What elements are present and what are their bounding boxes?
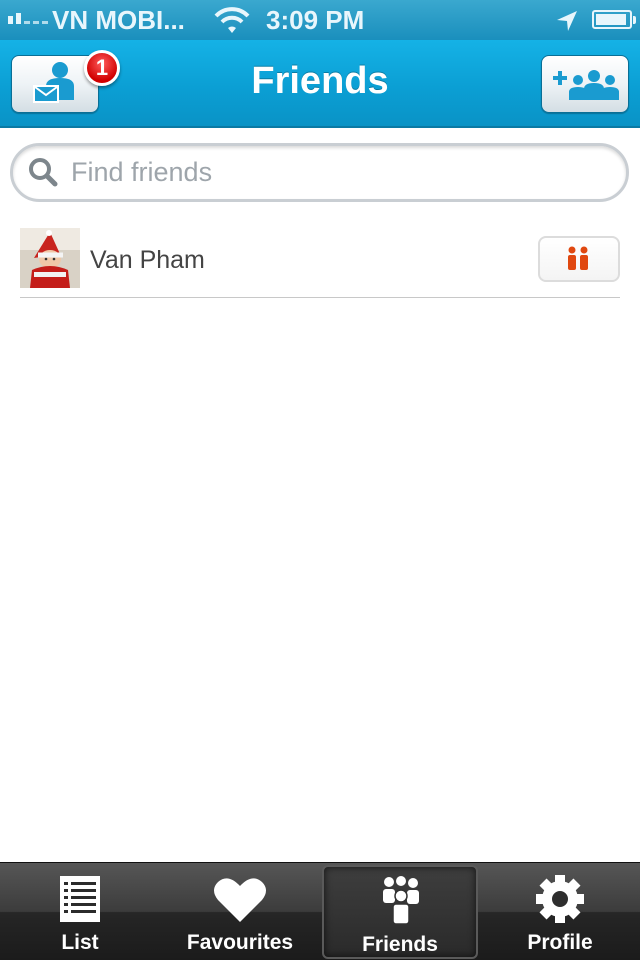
battery-icon [592, 10, 636, 29]
status-bar: VN MOBI... 3:09 PM [0, 0, 640, 40]
signal-strength-icon [8, 13, 48, 24]
tab-friends[interactable]: Friends [322, 865, 478, 959]
friends-icon [383, 876, 419, 925]
tab-bar: List Favourites Friends Profile [0, 862, 640, 960]
tab-profile-label: Profile [527, 931, 593, 954]
heart-icon [214, 878, 266, 922]
tab-list-label: List [61, 931, 99, 954]
search-icon [28, 157, 58, 192]
friend-status-icon [568, 246, 588, 270]
tab-favourites[interactable]: Favourites [160, 863, 320, 960]
list-item[interactable]: Van Pham [20, 228, 620, 298]
tab-friends-label: Friends [362, 933, 438, 956]
navigation-bar: 1 Friends [0, 40, 640, 128]
add-friends-button[interactable] [541, 55, 629, 113]
list-icon [60, 876, 100, 922]
carrier-name: VN MOBI... [52, 5, 185, 35]
gear-icon [536, 875, 584, 923]
add-friends-icon [553, 70, 619, 100]
location-arrow-icon [556, 8, 578, 39]
friend-name: Van Pham [90, 246, 205, 274]
tab-list[interactable]: List [0, 863, 160, 960]
status-time: 3:09 PM [266, 5, 365, 35]
tab-profile[interactable]: Profile [480, 863, 640, 960]
search-input[interactable] [10, 143, 629, 202]
wifi-icon [214, 6, 250, 41]
tab-favourites-label: Favourites [186, 931, 294, 954]
friend-status-button[interactable] [538, 236, 620, 282]
avatar [20, 228, 80, 288]
search-bar [10, 143, 629, 202]
